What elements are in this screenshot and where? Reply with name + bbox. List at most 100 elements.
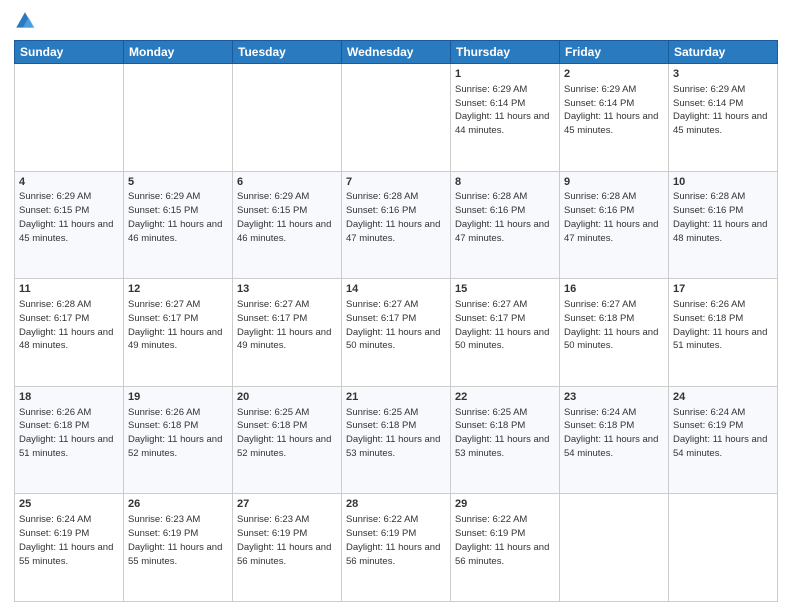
calendar-cell: 3 Sunrise: 6:29 AM Sunset: 6:14 PM Daylig… xyxy=(669,64,778,172)
day-number: 1 xyxy=(455,67,555,82)
day-info: Sunrise: 6:29 AM Sunset: 6:15 PM Dayligh… xyxy=(19,191,113,243)
calendar-cell: 29 Sunrise: 6:22 AM Sunset: 6:19 PM Dayli… xyxy=(451,494,560,602)
day-number: 21 xyxy=(346,390,446,405)
day-number: 6 xyxy=(237,175,337,190)
calendar-cell xyxy=(233,64,342,172)
logo xyxy=(14,10,40,32)
calendar-cell: 14Sunrise: 6:27 AM Sunset: 6:17 PM Dayli… xyxy=(342,279,451,387)
day-number: 7 xyxy=(346,175,446,190)
day-info: Sunrise: 6:28 AM Sunset: 6:16 PM Dayligh… xyxy=(673,191,767,243)
calendar-cell: 21 Sunrise: 6:25 AM Sunset: 6:18 PM Dayli… xyxy=(342,386,451,494)
calendar-cell: 26 Sunrise: 6:23 AM Sunset: 6:19 PM Dayli… xyxy=(124,494,233,602)
weekday-header: Saturday xyxy=(669,41,778,64)
day-info: Sunrise: 6:29 AM Sunset: 6:14 PM Dayligh… xyxy=(673,84,767,136)
day-info: Sunrise: 6:26 AM Sunset: 6:18 PM Dayligh… xyxy=(673,299,767,351)
calendar-cell xyxy=(669,494,778,602)
day-info: Sunrise: 6:28 AM Sunset: 6:17 PM Dayligh… xyxy=(19,299,113,351)
page: SundayMondayTuesdayWednesdayThursdayFrid… xyxy=(0,0,792,612)
calendar-cell: 20Sunrise: 6:25 AM Sunset: 6:18 PM Dayli… xyxy=(233,386,342,494)
calendar-cell: 22 Sunrise: 6:25 AM Sunset: 6:18 PM Dayli… xyxy=(451,386,560,494)
weekday-header: Sunday xyxy=(15,41,124,64)
calendar-cell xyxy=(342,64,451,172)
day-info: Sunrise: 6:27 AM Sunset: 6:17 PM Dayligh… xyxy=(128,299,222,351)
day-info: Sunrise: 6:28 AM Sunset: 6:16 PM Dayligh… xyxy=(346,191,440,243)
day-number: 4 xyxy=(19,175,119,190)
day-number: 5 xyxy=(128,175,228,190)
day-info: Sunrise: 6:26 AM Sunset: 6:18 PM Dayligh… xyxy=(19,407,113,459)
day-info: Sunrise: 6:28 AM Sunset: 6:16 PM Dayligh… xyxy=(564,191,658,243)
calendar-cell: 2 Sunrise: 6:29 AM Sunset: 6:14 PM Daylig… xyxy=(560,64,669,172)
day-info: Sunrise: 6:23 AM Sunset: 6:19 PM Dayligh… xyxy=(128,514,222,566)
day-info: Sunrise: 6:29 AM Sunset: 6:14 PM Dayligh… xyxy=(564,84,658,136)
calendar-table: SundayMondayTuesdayWednesdayThursdayFrid… xyxy=(14,40,778,602)
day-info: Sunrise: 6:24 AM Sunset: 6:19 PM Dayligh… xyxy=(19,514,113,566)
header xyxy=(14,10,778,32)
calendar-cell: 13Sunrise: 6:27 AM Sunset: 6:17 PM Dayli… xyxy=(233,279,342,387)
calendar-cell: 24 Sunrise: 6:24 AM Sunset: 6:19 PM Dayli… xyxy=(669,386,778,494)
weekday-header: Monday xyxy=(124,41,233,64)
calendar-cell xyxy=(124,64,233,172)
calendar-cell: 4Sunrise: 6:29 AM Sunset: 6:15 PM Daylig… xyxy=(15,171,124,279)
day-number: 29 xyxy=(455,497,555,512)
calendar-cell: 25 Sunrise: 6:24 AM Sunset: 6:19 PM Dayli… xyxy=(15,494,124,602)
day-number: 2 xyxy=(564,67,664,82)
calendar-cell: 9Sunrise: 6:28 AM Sunset: 6:16 PM Daylig… xyxy=(560,171,669,279)
logo-icon xyxy=(14,10,36,32)
day-number: 17 xyxy=(673,282,773,297)
day-number: 25 xyxy=(19,497,119,512)
day-number: 3 xyxy=(673,67,773,82)
day-info: Sunrise: 6:27 AM Sunset: 6:18 PM Dayligh… xyxy=(564,299,658,351)
day-info: Sunrise: 6:25 AM Sunset: 6:18 PM Dayligh… xyxy=(455,407,549,459)
calendar-cell: 11 Sunrise: 6:28 AM Sunset: 6:17 PM Dayli… xyxy=(15,279,124,387)
calendar-cell: 12 Sunrise: 6:27 AM Sunset: 6:17 PM Dayli… xyxy=(124,279,233,387)
day-number: 12 xyxy=(128,282,228,297)
day-number: 26 xyxy=(128,497,228,512)
day-info: Sunrise: 6:28 AM Sunset: 6:16 PM Dayligh… xyxy=(455,191,549,243)
calendar-cell: 23 Sunrise: 6:24 AM Sunset: 6:18 PM Dayli… xyxy=(560,386,669,494)
day-number: 20 xyxy=(237,390,337,405)
calendar-cell: 27 Sunrise: 6:23 AM Sunset: 6:19 PM Dayli… xyxy=(233,494,342,602)
day-number: 13 xyxy=(237,282,337,297)
calendar-cell xyxy=(15,64,124,172)
weekday-header: Friday xyxy=(560,41,669,64)
calendar-cell: 19 Sunrise: 6:26 AM Sunset: 6:18 PM Dayli… xyxy=(124,386,233,494)
weekday-header: Tuesday xyxy=(233,41,342,64)
calendar-cell: 16 Sunrise: 6:27 AM Sunset: 6:18 PM Dayli… xyxy=(560,279,669,387)
calendar-cell: 7Sunrise: 6:28 AM Sunset: 6:16 PM Daylig… xyxy=(342,171,451,279)
day-number: 27 xyxy=(237,497,337,512)
weekday-header: Wednesday xyxy=(342,41,451,64)
day-number: 23 xyxy=(564,390,664,405)
day-number: 19 xyxy=(128,390,228,405)
day-number: 22 xyxy=(455,390,555,405)
day-number: 8 xyxy=(455,175,555,190)
calendar-cell: 1 Sunrise: 6:29 AM Sunset: 6:14 PM Daylig… xyxy=(451,64,560,172)
day-number: 18 xyxy=(19,390,119,405)
day-number: 14 xyxy=(346,282,446,297)
day-info: Sunrise: 6:27 AM Sunset: 6:17 PM Dayligh… xyxy=(455,299,549,351)
day-info: Sunrise: 6:22 AM Sunset: 6:19 PM Dayligh… xyxy=(346,514,440,566)
day-info: Sunrise: 6:25 AM Sunset: 6:18 PM Dayligh… xyxy=(346,407,440,459)
day-number: 9 xyxy=(564,175,664,190)
calendar-cell: 17 Sunrise: 6:26 AM Sunset: 6:18 PM Dayli… xyxy=(669,279,778,387)
day-number: 24 xyxy=(673,390,773,405)
day-number: 16 xyxy=(564,282,664,297)
day-number: 28 xyxy=(346,497,446,512)
calendar-cell: 6Sunrise: 6:29 AM Sunset: 6:15 PM Daylig… xyxy=(233,171,342,279)
calendar-cell xyxy=(560,494,669,602)
day-info: Sunrise: 6:23 AM Sunset: 6:19 PM Dayligh… xyxy=(237,514,331,566)
day-info: Sunrise: 6:29 AM Sunset: 6:15 PM Dayligh… xyxy=(237,191,331,243)
calendar-cell: 18 Sunrise: 6:26 AM Sunset: 6:18 PM Dayli… xyxy=(15,386,124,494)
day-info: Sunrise: 6:29 AM Sunset: 6:14 PM Dayligh… xyxy=(455,84,549,136)
day-info: Sunrise: 6:29 AM Sunset: 6:15 PM Dayligh… xyxy=(128,191,222,243)
calendar-cell: 10Sunrise: 6:28 AM Sunset: 6:16 PM Dayli… xyxy=(669,171,778,279)
day-number: 15 xyxy=(455,282,555,297)
day-info: Sunrise: 6:24 AM Sunset: 6:18 PM Dayligh… xyxy=(564,407,658,459)
day-info: Sunrise: 6:26 AM Sunset: 6:18 PM Dayligh… xyxy=(128,407,222,459)
day-number: 11 xyxy=(19,282,119,297)
calendar-cell: 5Sunrise: 6:29 AM Sunset: 6:15 PM Daylig… xyxy=(124,171,233,279)
calendar-cell: 8Sunrise: 6:28 AM Sunset: 6:16 PM Daylig… xyxy=(451,171,560,279)
day-info: Sunrise: 6:22 AM Sunset: 6:19 PM Dayligh… xyxy=(455,514,549,566)
calendar-cell: 15 Sunrise: 6:27 AM Sunset: 6:17 PM Dayli… xyxy=(451,279,560,387)
day-info: Sunrise: 6:24 AM Sunset: 6:19 PM Dayligh… xyxy=(673,407,767,459)
calendar-cell: 28 Sunrise: 6:22 AM Sunset: 6:19 PM Dayli… xyxy=(342,494,451,602)
